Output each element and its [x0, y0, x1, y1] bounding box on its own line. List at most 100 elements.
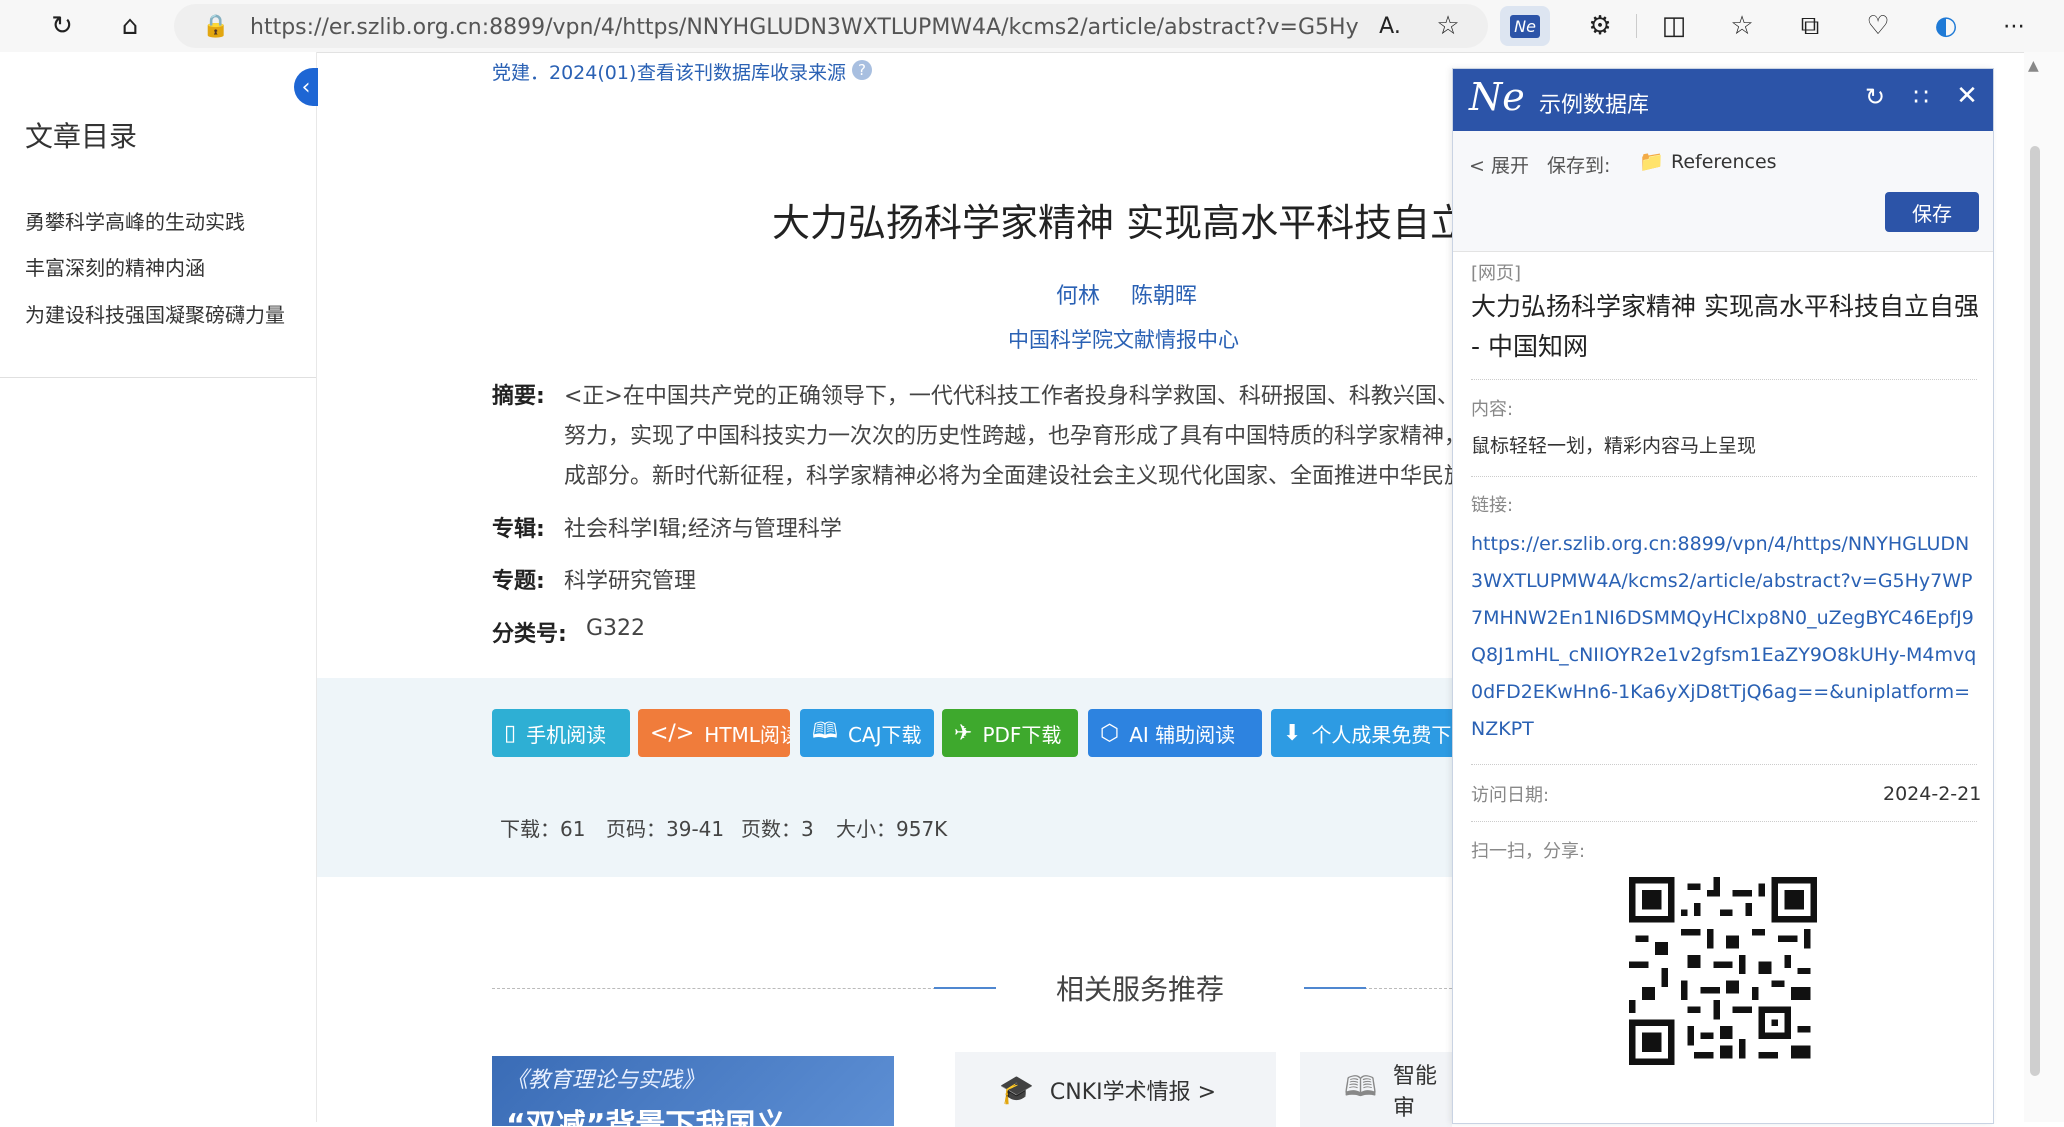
address-bar[interactable]: 🔒 https://er.szlib.org.cn:8899/vpn/4/htt… — [174, 4, 1488, 48]
free-download-button[interactable]: ⬇ 个人成果免费下载 — [1271, 709, 1452, 757]
save-settings: < 展开 保存到: 📁 References 保存 — [1453, 131, 1993, 252]
toolbar-divider — [1636, 14, 1637, 38]
smart-review-label: 智能审 — [1393, 1063, 1438, 1121]
divider-accent — [934, 987, 996, 989]
classification-label: 分类号: — [492, 622, 567, 647]
close-icon[interactable]: ✕ — [1951, 81, 1983, 111]
url-text[interactable]: https://er.szlib.org.cn:8899/vpn/4/https… — [250, 15, 1360, 40]
extensions-icon[interactable]: ⚙ — [1580, 6, 1620, 46]
share-label: 扫一扫，分享: — [1471, 841, 1586, 862]
copilot-icon[interactable]: ◐ — [1926, 6, 1966, 46]
link-value[interactable]: https://er.szlib.org.cn:8899/vpn/4/https… — [1471, 526, 1981, 748]
graduation-cap-icon: 🎓 — [999, 1073, 1034, 1106]
folder-name[interactable]: References — [1671, 151, 1777, 173]
toc-item-2[interactable]: 丰富深刻的精神内涵 — [25, 252, 205, 281]
promo-journal: 《教育理论与实践》 — [506, 1068, 705, 1093]
browser-toolbar: ↻ ⌂ 🔒 https://er.szlib.org.cn:8899/vpn/4… — [0, 0, 2064, 53]
sidebar-divider — [0, 377, 316, 378]
note-extension-icon[interactable]: Ne — [1500, 6, 1550, 46]
page-count: 页数：3 — [741, 817, 814, 841]
panel-header: Ne 示例数据库 ↻ ∷ ✕ — [1453, 69, 1993, 131]
panel-logo: Ne — [1469, 75, 1525, 119]
source-link[interactable]: 查看该刊数据库收录来源 — [637, 58, 846, 85]
qr-code — [1629, 877, 1817, 1065]
toc-item-3[interactable]: 为建设科技强国凝聚磅礴力量 — [25, 299, 285, 328]
grid-menu-icon[interactable]: ∷ — [1905, 83, 1937, 111]
page-range: 页码：39-41 — [606, 817, 725, 841]
collections-icon[interactable]: ⧉ — [1790, 6, 1830, 46]
read-aloud-icon[interactable]: A. — [1370, 6, 1410, 46]
field-divider — [1471, 379, 1977, 380]
promo-banner[interactable]: 《教育理论与实践》 “双减”背景下我国义 — [492, 1056, 894, 1126]
abstract-line: 努力，实现了中国科技实力一次次的历史性跨越，也孕育形成了具有中国特质的科学家精神… — [564, 424, 1452, 449]
database-name: 示例数据库 — [1539, 93, 1650, 118]
topic-value[interactable]: 科学研究管理 — [564, 563, 696, 595]
pdf-icon: ✈ — [954, 720, 973, 746]
cnki-intel-label: CNKI学术情报 > — [1049, 1079, 1217, 1105]
note-panel: Ne 示例数据库 ↻ ∷ ✕ < 展开 保存到: 📁 References 保存… — [1452, 68, 1994, 1124]
toc-item-1[interactable]: 勇攀科学高峰的生动实践 — [25, 206, 245, 235]
institution-link[interactable]: 中国科学院文献情报中心 — [1008, 324, 1239, 354]
free-download-label: 个人成果免费下载 — [1311, 722, 1452, 747]
save-button[interactable]: 保存 — [1885, 192, 1979, 232]
action-area — [317, 678, 1452, 877]
favorites-icon[interactable]: ☆ — [1722, 6, 1762, 46]
album-value[interactable]: 社会科学Ⅰ辑;经济与管理科学 — [564, 511, 842, 543]
date-label: 访问日期: — [1471, 785, 1550, 806]
journal-source[interactable]: 党建．2024(01) — [492, 58, 636, 85]
book-icon: 🕮 — [812, 719, 838, 744]
file-size: 大小：957K — [836, 817, 948, 841]
split-screen-icon[interactable]: ◫ — [1654, 6, 1694, 46]
smart-review-card[interactable]: 🕮 智能审 — [1300, 1052, 1452, 1127]
scroll-up-icon[interactable]: ▲ — [2028, 58, 2039, 74]
refresh-icon[interactable]: ↻ — [1859, 83, 1891, 111]
mobile-read-button[interactable]: ▯ 手机阅读 — [492, 709, 630, 757]
home-icon[interactable]: ⌂ — [110, 6, 150, 46]
phone-icon: ▯ — [504, 720, 517, 746]
cnki-intel-card[interactable]: 🎓 CNKI学术情报 > — [955, 1052, 1276, 1127]
folder-icon: 📁 — [1639, 149, 1664, 173]
more-icon[interactable]: ⋯ — [1994, 6, 2034, 46]
save-to-label: 保存到: — [1547, 155, 1611, 177]
abstract-line: 成部分。新时代新征程，科学家精神必将为全面建设社会主义现代化国家、全面推进中华民… — [564, 464, 1452, 489]
refresh-icon[interactable]: ↻ — [42, 6, 82, 46]
html-read-button[interactable]: </> HTML阅读 — [638, 709, 790, 757]
content-value[interactable]: 鼠标轻轻一划，精彩内容马上呈现 — [1471, 431, 1756, 458]
expand-link[interactable]: < 展开 — [1469, 151, 1529, 178]
author-link[interactable]: 何林 — [1056, 278, 1100, 310]
field-divider — [1471, 821, 1977, 822]
abstract-line: <正>在中国共产党的正确领导下，一代代科技工作者投身科学救国、科研报国、科教兴国… — [564, 384, 1452, 409]
chevron-left-icon: ‹ — [301, 74, 311, 100]
book-icon: 🕮 — [1344, 1069, 1378, 1103]
author-link[interactable]: 陈朝晖 — [1131, 278, 1197, 310]
ai-read-button[interactable]: ⬡ AI 辅助阅读 — [1088, 709, 1262, 757]
date-value[interactable]: 2024-2-21 — [1883, 783, 1981, 805]
caj-download-button[interactable]: 🕮 CAJ下载 — [800, 709, 934, 757]
favorite-star-icon[interactable]: ☆ — [1428, 6, 1468, 46]
mobile-read-label: 手机阅读 — [526, 722, 607, 747]
field-divider — [1471, 764, 1977, 765]
lock-icon[interactable]: 🔒 — [196, 6, 236, 46]
download-icon: ⬇ — [1283, 720, 1302, 746]
article-title: 大力弘扬科学家精神 实现高水平科技自立 — [772, 201, 1452, 245]
pdf-download-label: PDF下载 — [982, 722, 1062, 747]
performance-icon[interactable]: ♡ — [1858, 6, 1898, 46]
code-icon: </> — [650, 720, 695, 746]
pdf-download-button[interactable]: ✈ PDF下载 — [942, 709, 1078, 757]
section-divider-left — [492, 988, 996, 989]
page-scrollbar[interactable]: ▲ — [2024, 52, 2064, 1122]
download-count: 下载：61 — [500, 817, 586, 841]
content-label: 内容: — [1471, 399, 1514, 420]
ai-icon: ⬡ — [1100, 720, 1120, 746]
abstract-label: 摘要: — [492, 384, 545, 409]
link-label: 链接: — [1471, 495, 1514, 516]
ai-read-label: AI 辅助阅读 — [1129, 722, 1236, 747]
promo-headline: “双减”背景下我国义 — [506, 1108, 786, 1126]
help-icon[interactable]: ? — [852, 60, 872, 80]
scroll-thumb[interactable] — [2030, 146, 2040, 1076]
web-title[interactable]: 大力弘扬科学家精神 实现高水平科技自立自强 - 中国知网 — [1471, 287, 1981, 367]
type-tag: [网页] — [1471, 263, 1522, 284]
classification-value: G322 — [586, 616, 646, 641]
html-read-label: HTML阅读 — [704, 722, 790, 747]
caj-download-label: CAJ下载 — [847, 722, 922, 747]
